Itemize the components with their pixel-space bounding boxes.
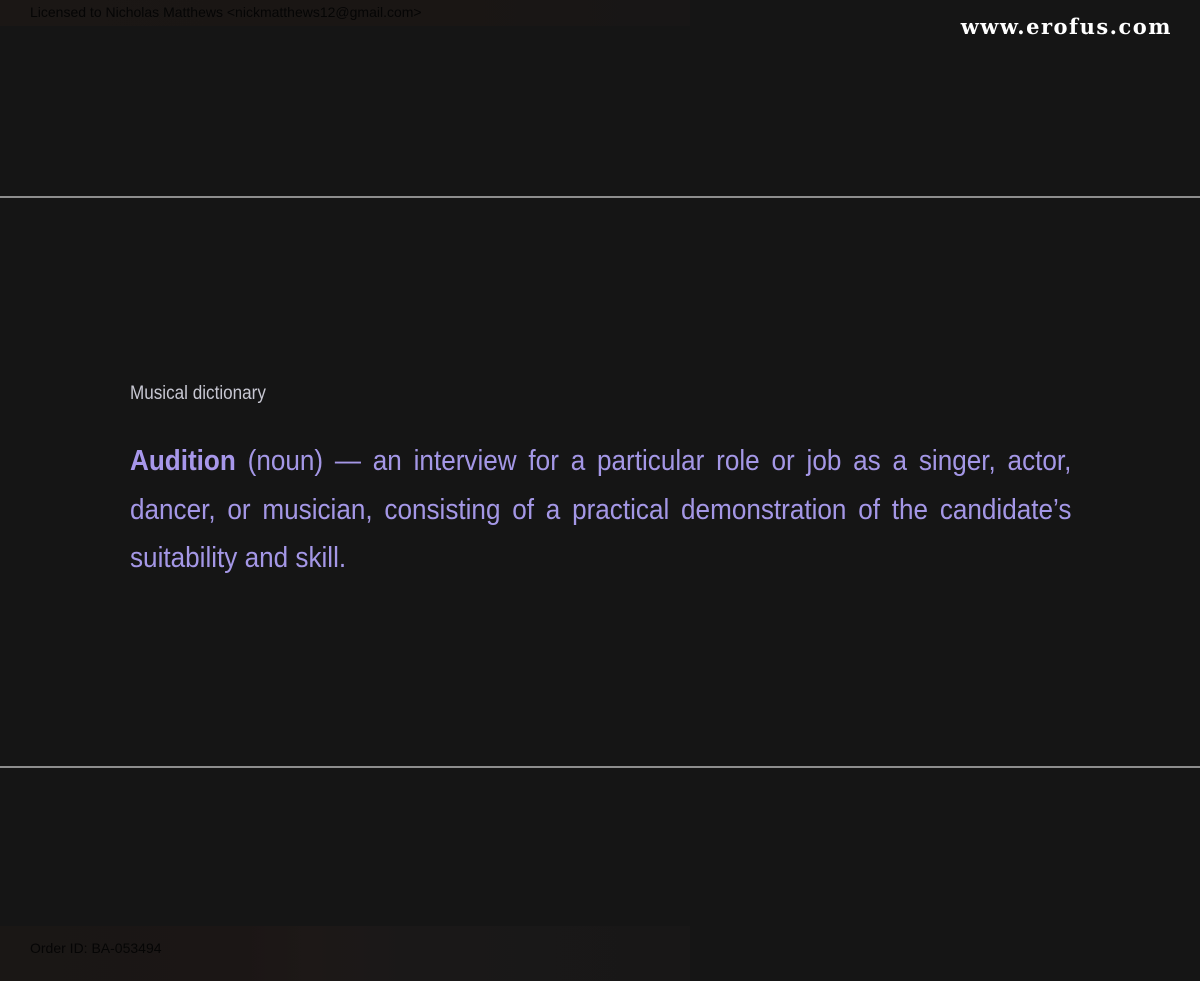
top-divider	[0, 196, 1200, 198]
bottom-divider	[0, 766, 1200, 768]
site-watermark: www.erofus.com	[960, 14, 1172, 39]
dictionary-label: Musical dictionary	[130, 383, 266, 404]
dictionary-term: Audition	[130, 445, 236, 477]
dictionary-definition: (noun) — an interview for a particular r…	[130, 445, 1072, 574]
license-notice: Licensed to Nicholas Matthews <nickmatth…	[30, 4, 422, 20]
dictionary-entry: Audition (noun) — an interview for a par…	[130, 437, 1071, 583]
order-id: Order ID: BA-053494	[30, 940, 162, 956]
